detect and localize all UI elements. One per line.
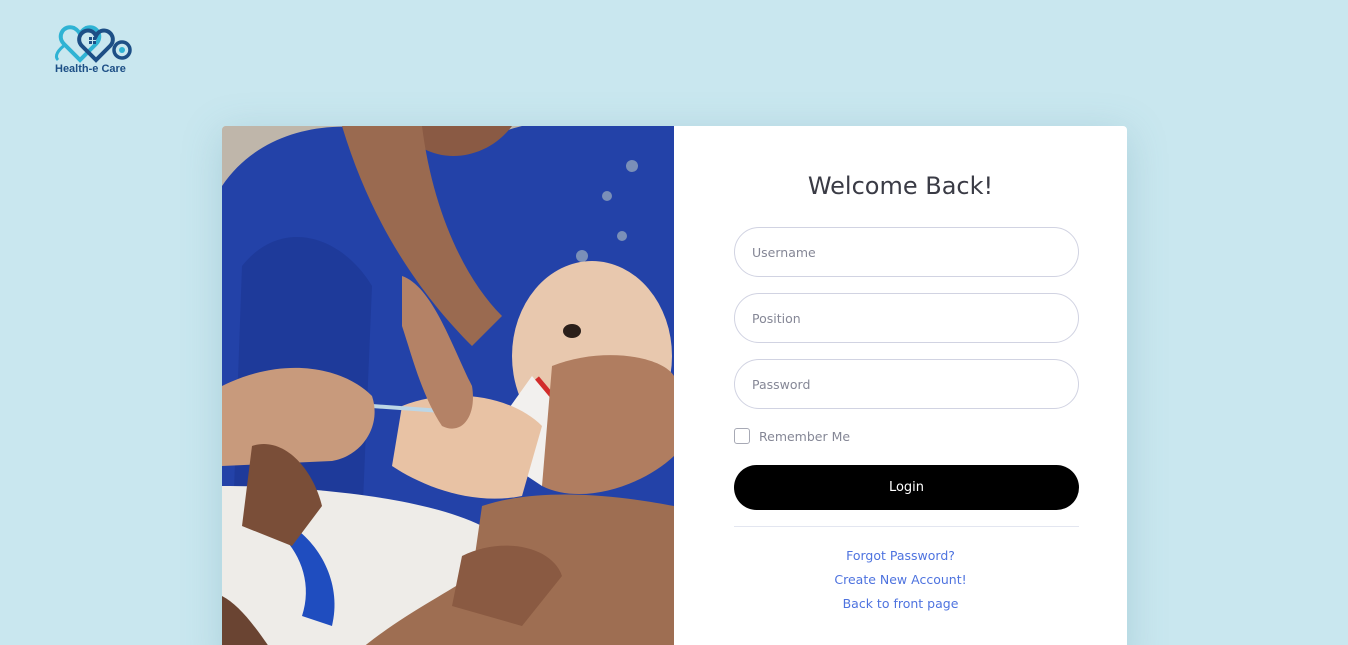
remember-me-checkbox[interactable] [734,428,750,444]
forgot-password-link[interactable]: Forgot Password? [674,548,1127,563]
username-input[interactable] [734,227,1079,277]
remember-me-label: Remember Me [759,428,851,444]
heart-stethoscope-icon [54,25,132,63]
password-input[interactable] [734,359,1079,409]
remember-me[interactable]: Remember Me [734,428,850,444]
create-account-link[interactable]: Create New Account! [674,572,1127,587]
brand-name: Health-e Care [55,63,126,75]
brand-logo[interactable]: Health-e Care [52,20,134,78]
divider [734,526,1079,527]
position-input[interactable] [734,293,1079,343]
page-title: Welcome Back! [807,172,994,200]
login-form: Welcome Back! Remember Me Login Forgot P… [674,126,1127,645]
login-button[interactable]: Login [734,465,1079,510]
hero-photo [222,126,674,645]
login-card: Welcome Back! Remember Me Login Forgot P… [222,126,1127,645]
back-to-front-link[interactable]: Back to front page [674,596,1127,611]
